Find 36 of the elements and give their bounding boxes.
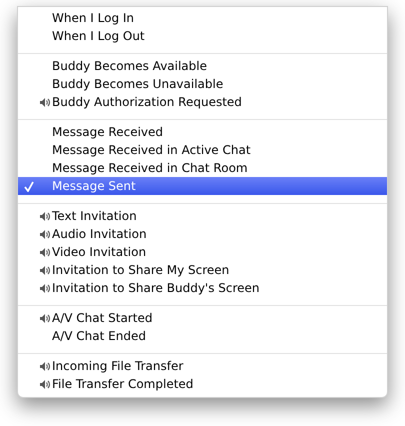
item-label: Audio Invitation — [52, 226, 147, 243]
menu-item[interactable]: When I Log Out — [18, 27, 387, 45]
menu-item[interactable]: Incoming File Transfer — [18, 357, 387, 375]
item-label: Message Received in Active Chat — [52, 142, 251, 159]
item-label: Invitation to Share My Screen — [52, 262, 230, 279]
menu-item[interactable]: Video Invitation — [18, 243, 387, 261]
menu-item[interactable]: Invitation to Share My Screen — [18, 261, 387, 279]
menu-item[interactable]: Buddy Becomes Unavailable — [18, 75, 387, 93]
item-label: Text Invitation — [52, 208, 137, 225]
menu-item[interactable]: Message Received in Active Chat — [18, 141, 387, 159]
menu-item[interactable]: Buddy Authorization Requested — [18, 93, 387, 111]
item-label: Incoming File Transfer — [52, 358, 184, 375]
menu-item[interactable]: A/V Chat Started — [18, 309, 387, 327]
menu-item[interactable]: Text Invitation — [18, 207, 387, 225]
menu-item[interactable]: File Transfer Completed — [18, 375, 387, 393]
item-label: Video Invitation — [52, 244, 146, 261]
item-label: When I Log Out — [52, 28, 145, 45]
item-label: A/V Chat Started — [52, 310, 152, 327]
item-label: Buddy Becomes Unavailable — [52, 76, 224, 93]
menu-item[interactable]: Message Received — [18, 123, 387, 141]
item-label: File Transfer Completed — [52, 376, 194, 393]
menu-item[interactable]: Message Sent — [18, 177, 387, 195]
item-label: Message Received in Chat Room — [52, 160, 248, 177]
item-label: A/V Chat Ended — [52, 328, 146, 345]
item-label: Buddy Authorization Requested — [52, 94, 242, 111]
item-label: Invitation to Share Buddy's Screen — [52, 280, 260, 297]
menu-item[interactable]: Buddy Becomes Available — [18, 57, 387, 75]
menu-item[interactable]: Message Received in Chat Room — [18, 159, 387, 177]
menu-item[interactable]: Audio Invitation — [18, 225, 387, 243]
item-label: Message Sent — [52, 178, 136, 195]
item-label: Message Received — [52, 124, 164, 141]
menu-item[interactable]: Invitation to Share Buddy's Screen — [18, 279, 387, 297]
menu-item[interactable]: A/V Chat Ended — [18, 327, 387, 345]
menu-item[interactable]: When I Log In — [18, 9, 387, 27]
item-label: When I Log In — [52, 10, 134, 27]
item-label: Buddy Becomes Available — [52, 58, 207, 75]
